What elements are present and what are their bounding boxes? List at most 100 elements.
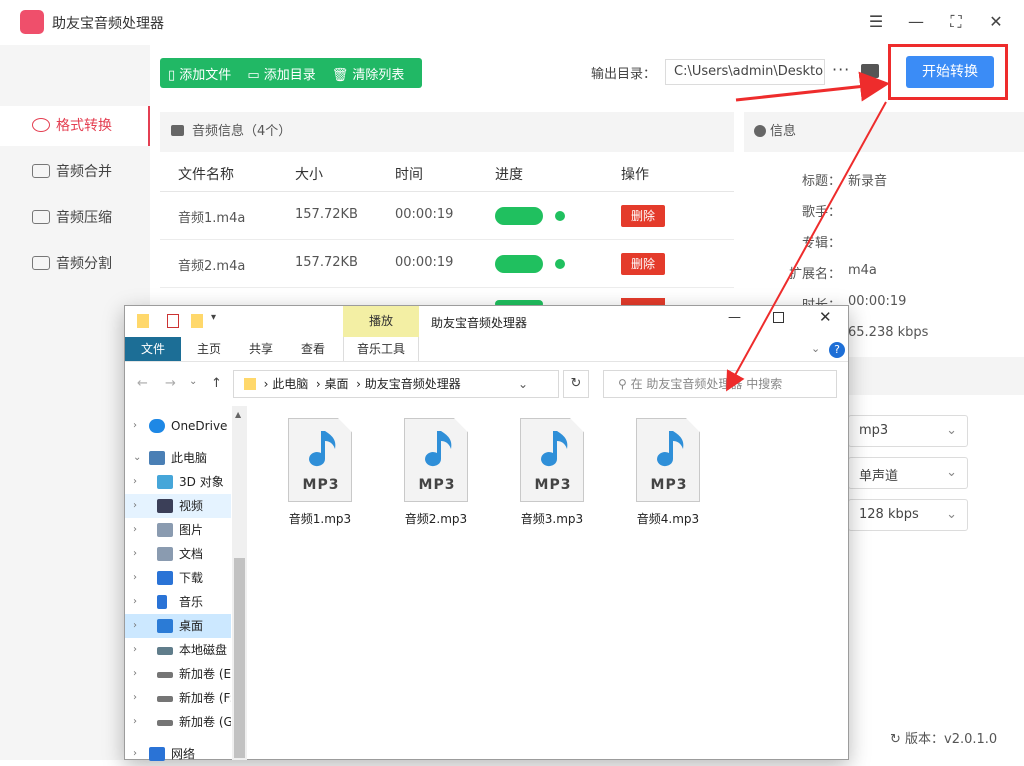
sidebar-item-audio-split[interactable]: 音频分割 [0, 244, 150, 284]
minimize-button[interactable]: — [728, 310, 741, 325]
recent-dropdown-icon[interactable]: ⌄ [189, 376, 197, 387]
folder-icon [244, 378, 256, 390]
sidebar-item-audio-compress[interactable]: 音频压缩 [0, 198, 150, 238]
ribbon-divider [125, 361, 848, 362]
nav-item-onedrive[interactable]: › OneDrive [125, 414, 231, 438]
file-item[interactable]: MP3 音频3.mp3 [507, 418, 597, 527]
nav-item-videos[interactable]: › 视频 [125, 494, 231, 518]
nav-item-volume-f[interactable]: › 新加卷 (F: [125, 686, 231, 710]
nav-item-this-pc[interactable]: ⌄ 此电脑 [125, 446, 231, 470]
more-options-button[interactable]: ··· [832, 60, 850, 79]
ribbon-expand-icon[interactable]: ⌄ [811, 342, 820, 355]
nav-scrollbar-thumb[interactable] [234, 558, 245, 758]
version-label: ↻ 版本：v2.0.1.0 [890, 728, 997, 747]
breadcrumb-desktop[interactable]: 桌面 [325, 377, 349, 391]
tab-view[interactable]: 查看 [289, 337, 337, 361]
column-header-size: 大小 [295, 167, 323, 183]
delete-button[interactable]: 删除 [621, 205, 665, 227]
cube-icon [157, 475, 173, 489]
nav-item-downloads[interactable]: › 下载 [125, 566, 231, 590]
file-item[interactable]: MP3 音频1.mp3 [275, 418, 365, 527]
search-input[interactable]: ⚲ 在 助友宝音频处理器 中搜索 [603, 370, 837, 398]
sidebar-item-audio-merge[interactable]: 音频合并 [0, 152, 150, 192]
maximize-button[interactable]: ⛶ [944, 10, 968, 34]
music-icon [157, 595, 167, 609]
music-note-icon [541, 431, 568, 467]
minimize-button[interactable]: — [904, 10, 928, 34]
context-tab-play[interactable]: 播放 [343, 306, 419, 337]
close-button[interactable]: ✕ [819, 308, 832, 326]
properties-icon[interactable] [167, 314, 179, 328]
file-item[interactable]: MP3 音频2.mp3 [391, 418, 481, 527]
output-dir-input[interactable]: C:\Users\admin\Desktop [665, 59, 825, 85]
document-icon [157, 547, 173, 561]
sidebar-item-format-convert[interactable]: 格式转换 [0, 106, 150, 146]
tab-file[interactable]: 文件 [125, 337, 181, 361]
bitrate-select[interactable]: 128 kbps ⌄ [848, 499, 968, 531]
quick-access-dropdown-icon[interactable]: ▾ [211, 312, 216, 323]
back-button[interactable]: ← [137, 376, 148, 391]
version-text: 版本：v2.0.1.0 [905, 732, 998, 747]
table-row: 音频1.m4a 157.72KB 00:00:19 删除 [160, 192, 734, 240]
tab-music-tools[interactable]: 音乐工具 [343, 337, 419, 361]
chevron-down-icon: ⌄ [946, 465, 957, 480]
forward-button[interactable]: → [165, 376, 176, 391]
desktop-icon [157, 619, 173, 633]
format-select-value: mp3 [859, 423, 889, 438]
new-folder-icon[interactable] [191, 314, 203, 328]
video-icon [157, 499, 173, 513]
info-label-album: 专辑： [802, 236, 842, 251]
file-type-label: MP3 [302, 477, 340, 493]
annotation-highlight-box [888, 44, 1008, 100]
progress-bar [495, 207, 543, 225]
column-header-action: 操作 [621, 167, 649, 183]
up-button[interactable]: ↑ [211, 376, 222, 391]
file-item[interactable]: MP3 音频4.mp3 [623, 418, 713, 527]
refresh-button[interactable]: ↻ [563, 370, 589, 398]
nav-item-3d[interactable]: › 3D 对象 [125, 470, 231, 494]
nav-item-volume-e[interactable]: › 新加卷 (E: [125, 662, 231, 686]
network-icon [149, 747, 165, 761]
nav-item-pictures[interactable]: › 图片 [125, 518, 231, 542]
nav-item-local-disk[interactable]: › 本地磁盘 [125, 638, 231, 662]
address-dropdown-icon[interactable]: ⌄ [518, 371, 528, 397]
add-file-button[interactable]: ▯ 添加文件 [160, 64, 239, 83]
file-name: 音频1.m4a [178, 211, 246, 226]
breadcrumb-folder[interactable]: 助友宝音频处理器 [365, 377, 461, 391]
check-icon [555, 259, 565, 269]
open-folder-icon[interactable] [861, 64, 879, 78]
nav-item-volume-g[interactable]: › 新加卷 (G [125, 710, 231, 734]
explorer-title: 助友宝音频处理器 [431, 316, 528, 330]
music-note-icon [657, 431, 684, 467]
tab-home[interactable]: 主页 [185, 337, 233, 361]
format-select[interactable]: mp3 ⌄ [848, 415, 968, 447]
menu-icon[interactable]: ☰ [864, 10, 888, 34]
info-header: 信息 [744, 112, 1024, 152]
channel-select[interactable]: 单声道 ⌄ [848, 457, 968, 489]
maximize-button[interactable] [773, 312, 784, 323]
download-icon [157, 571, 173, 585]
nav-item-documents[interactable]: › 文档 [125, 542, 231, 566]
file-action-group: ▯ 添加文件 ▭ 添加目录 🗑 清除列表 [160, 58, 422, 88]
address-bar[interactable]: › 此电脑 › 桌面 › 助友宝音频处理器 ⌄ [233, 370, 559, 398]
mp3-file-icon: MP3 [520, 418, 584, 502]
drive-icon [157, 647, 173, 655]
breadcrumb-pc[interactable]: 此电脑 [272, 377, 308, 391]
nav-item-desktop[interactable]: › 桌面 [125, 614, 231, 638]
nav-item-music[interactable]: › 音乐 [125, 590, 231, 614]
info-value-title: 新录音 [848, 174, 888, 189]
refresh-icon: ↻ [890, 732, 906, 747]
picture-icon [157, 523, 173, 537]
image-icon [171, 125, 184, 136]
tab-share[interactable]: 共享 [237, 337, 285, 361]
scroll-up-arrow[interactable]: ▲ [235, 410, 241, 419]
clear-list-button[interactable]: 🗑 清除列表 [324, 64, 413, 83]
split-icon [32, 256, 50, 270]
delete-button[interactable]: 删除 [621, 253, 665, 275]
column-header-progress: 进度 [495, 167, 523, 183]
close-button[interactable]: ✕ [984, 10, 1008, 34]
nav-item-network[interactable]: › 网络 [125, 742, 231, 766]
add-dir-button[interactable]: ▭ 添加目录 [239, 64, 323, 83]
channel-select-value: 单声道 [859, 469, 899, 484]
help-icon[interactable]: ? [829, 342, 845, 358]
